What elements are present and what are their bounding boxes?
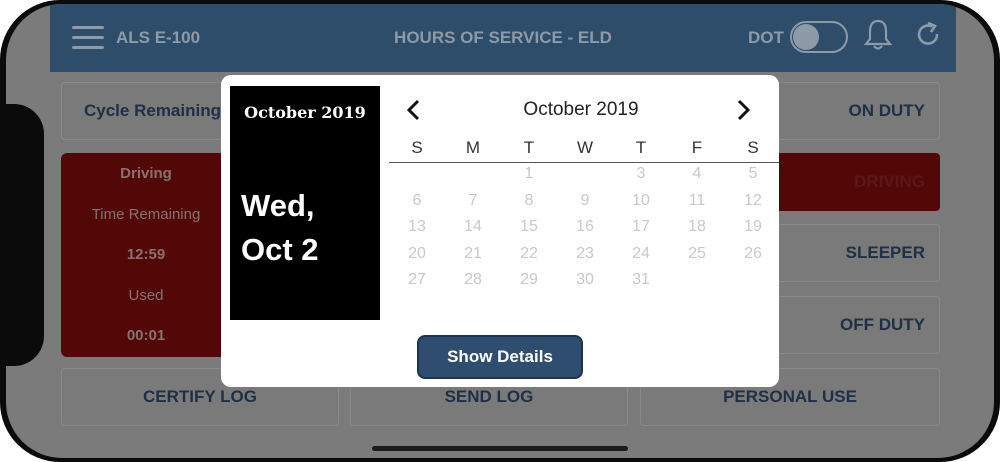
weekday-label: S <box>411 138 423 157</box>
calendar-day[interactable]: 24 <box>613 245 669 263</box>
personal-use-label: PERSONAL USE <box>723 387 857 406</box>
selected-month-year: October 2019 <box>244 103 366 122</box>
selected-weekday: Wed, <box>241 188 315 223</box>
calendar-day[interactable]: 27 <box>389 271 445 289</box>
used-value: 00:01 <box>126 327 166 344</box>
calendar-day[interactable]: 12 <box>725 192 781 210</box>
calendar-header: October 2019 <box>389 93 773 125</box>
driving-status-card: Driving Time Remaining 12:59 Used 00:01 <box>61 153 231 357</box>
driving-button[interactable]: DRIVING <box>766 153 940 211</box>
weekday-label: W <box>576 138 594 157</box>
calendar-day[interactable]: 20 <box>389 245 445 263</box>
used-label: Used <box>128 287 164 304</box>
calendar-day[interactable]: 17 <box>613 218 669 236</box>
weekday-label: T <box>635 138 647 157</box>
bell-icon[interactable] <box>863 18 893 52</box>
time-remaining-label: Time Remaining <box>91 206 201 223</box>
calendar-day[interactable]: 18 <box>669 218 725 236</box>
selected-date-panel: October 2019 Wed, Oct 2 <box>230 86 380 320</box>
weekday-header-row: SMTWTFS <box>389 135 779 163</box>
calendar-day[interactable]: 28 <box>445 271 501 289</box>
calendar-day[interactable]: 19 <box>725 218 781 236</box>
refresh-icon[interactable] <box>913 20 943 50</box>
calendar-day[interactable]: 21 <box>445 245 501 263</box>
driving-label: DRIVING <box>854 172 925 191</box>
send-log-label: SEND LOG <box>444 387 534 406</box>
date-picker-dialog: October 2019 Wed, Oct 2 October 2019 S M T… <box>221 75 779 387</box>
calendar-day[interactable]: 9 <box>557 192 613 210</box>
calendar-day[interactable]: 10 <box>613 192 669 210</box>
selected-date: Wed, Oct 2 <box>241 184 319 272</box>
weekday-label: T <box>523 138 535 157</box>
calendar-day[interactable]: 23 <box>557 245 613 263</box>
calendar-day[interactable]: 25 <box>669 245 725 263</box>
cycle-remaining-label: Cycle Remaining <box>84 101 221 120</box>
calendar-day[interactable]: 30 <box>557 271 613 289</box>
calendar-day[interactable]: 26 <box>725 245 781 263</box>
calendar-day[interactable]: 7 <box>445 192 501 210</box>
weekday-label: F <box>691 138 703 157</box>
calendar-day[interactable]: 13 <box>389 218 445 236</box>
selected-day: Oct 2 <box>241 232 319 267</box>
calendar-month-title: October 2019 <box>523 99 639 120</box>
app-header: ALS E-100 HOURS OF SERVICE - ELD DOT <box>50 4 956 72</box>
calendar-days-grid: 1 3 4 5 6 7 8 9 10 11 12 13 14 15 16 17 18 19 20 21 22 23 24 25… <box>389 165 779 295</box>
sleeper-button[interactable]: SLEEPER <box>766 224 940 282</box>
weekday-label: S <box>747 138 759 157</box>
app-screen: ALS E-100 HOURS OF SERVICE - ELD DOT Cyc… <box>6 4 994 458</box>
device-notch <box>6 104 44 366</box>
dot-label: DOT <box>748 28 784 47</box>
calendar-day[interactable]: 14 <box>445 218 501 236</box>
off-duty-button[interactable]: OFF DUTY <box>766 296 940 354</box>
dot-toggle[interactable] <box>790 21 848 53</box>
calendar-day[interactable]: 29 <box>501 271 557 289</box>
calendar-day[interactable]: 31 <box>613 271 669 289</box>
sleeper-label: SLEEPER <box>845 243 925 262</box>
on-duty-label: ON DUTY <box>848 101 926 120</box>
calendar-day[interactable]: 16 <box>557 218 613 236</box>
show-details-button[interactable]: Show Details <box>417 335 583 379</box>
calendar-day[interactable]: 11 <box>669 192 725 210</box>
device-frame: ALS E-100 HOURS OF SERVICE - ELD DOT Cyc… <box>0 0 1000 462</box>
toggle-knob <box>793 24 819 50</box>
driving-card-title: Driving <box>120 165 172 182</box>
time-remaining-value: 12:59 <box>126 246 166 263</box>
calendar-day[interactable]: 1 <box>501 165 557 183</box>
weekday-label: M <box>465 138 481 157</box>
calendar-day[interactable]: 22 <box>501 245 557 263</box>
chevron-right-icon[interactable] <box>733 99 753 121</box>
calendar-day[interactable]: 6 <box>389 192 445 210</box>
off-duty-label: OFF DUTY <box>840 315 925 334</box>
home-indicator <box>372 446 628 451</box>
calendar-day[interactable]: 8 <box>501 192 557 210</box>
calendar-day[interactable]: 4 <box>669 165 725 183</box>
calendar-day[interactable]: 3 <box>613 165 669 183</box>
calendar-day[interactable]: 5 <box>725 165 781 183</box>
calendar-day[interactable]: 15 <box>501 218 557 236</box>
certify-log-label: CERTIFY LOG <box>143 387 257 406</box>
